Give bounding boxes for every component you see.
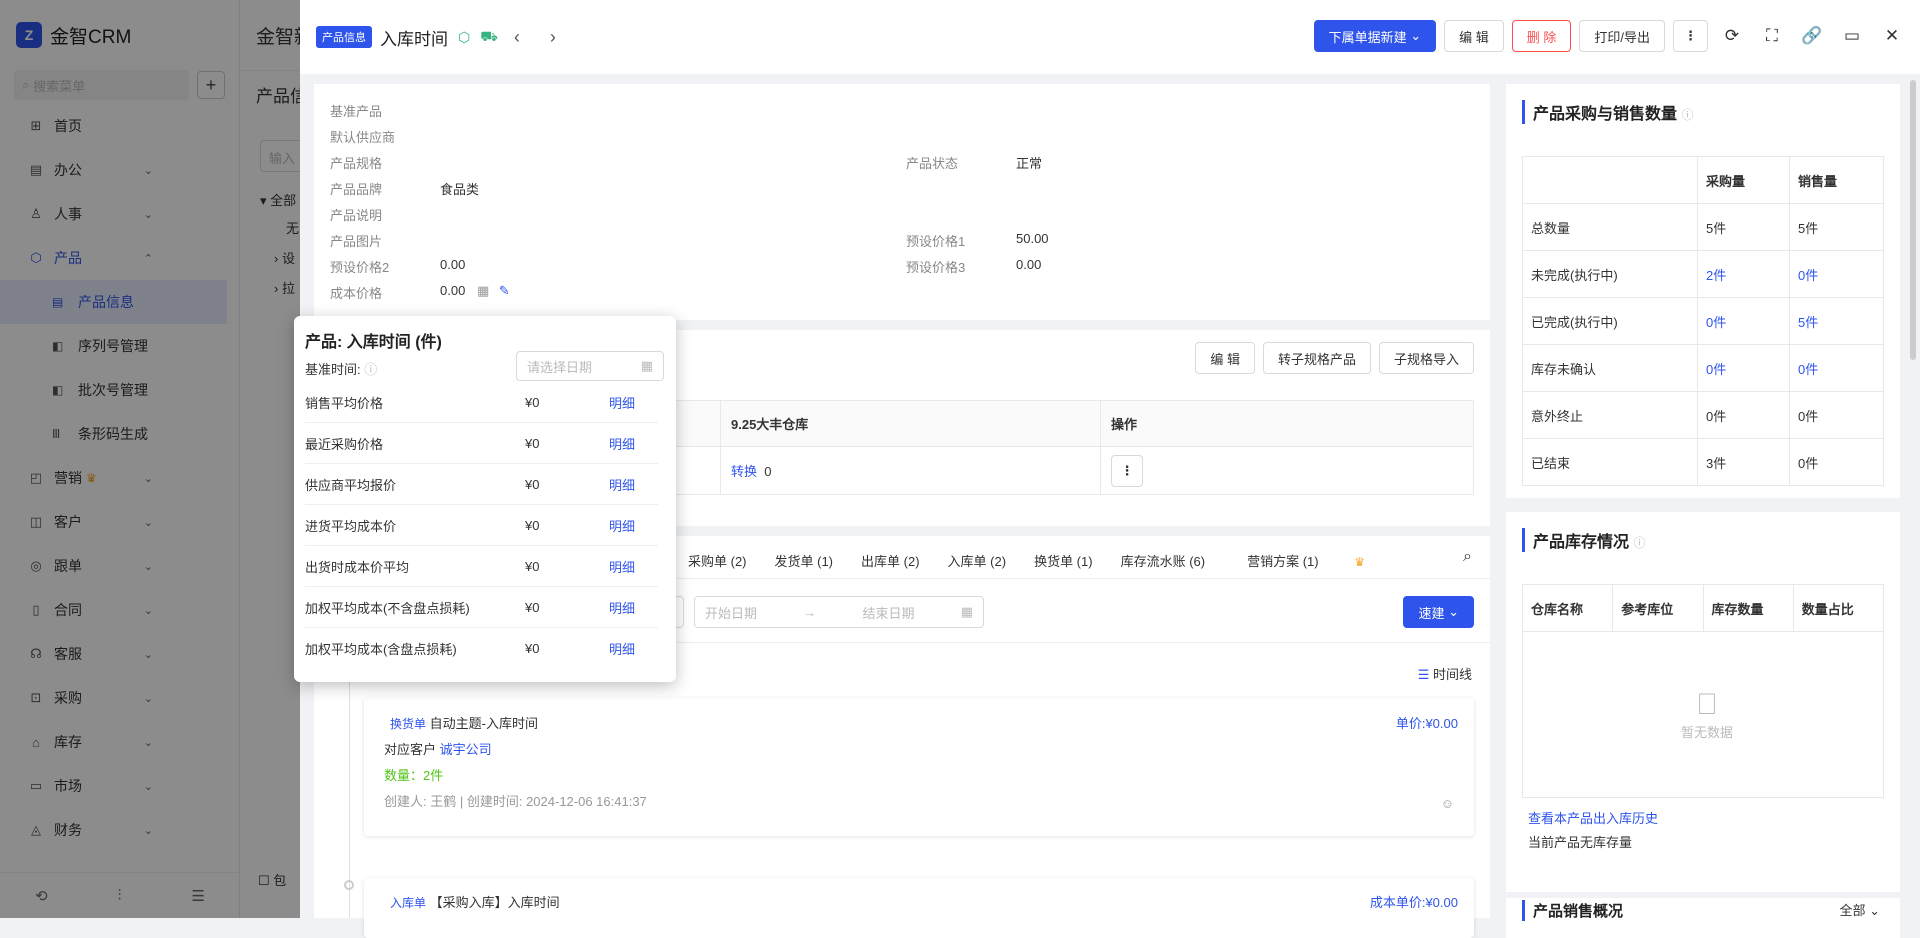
detail-link[interactable]: 明细 [609, 557, 635, 576]
calendar-icon: ▦ [640, 358, 653, 373]
empty-box-icon: ⎕ [1698, 688, 1716, 721]
cost-price-popup: 产品: 入库时间 (件) 基准时间: ⓘ 请选择日期 ▦ 销售平均价格 ¥0 明细 最… [294, 316, 676, 682]
detail-link[interactable]: 明细 [609, 639, 635, 658]
detail-link[interactable]: 明细 [609, 516, 635, 535]
stock-card: 产品库存情况 ⓘ 仓库名称 参考库位 库存数量 数量占比 ⎕ 暂无数据 查看本产品出入库… [1506, 512, 1900, 892]
link-icon[interactable]: 🔗 [1796, 20, 1828, 52]
tab-marketing[interactable]: 营销方案 (1) ♛ [1219, 551, 1393, 570]
timeline-view-toggle[interactable]: ☰ 时间线 [1418, 664, 1472, 683]
edit-button[interactable]: 编 辑 [1444, 20, 1504, 52]
base-date-input[interactable]: 请选择日期 ▦ [516, 351, 664, 381]
calculator-icon[interactable]: ▦ [477, 283, 489, 298]
convert-link[interactable]: 转换 [731, 464, 757, 479]
tab-stock-ledger[interactable]: 库存流水账 (6) [1107, 551, 1220, 570]
price-row: 加权平均成本(不含盘点损耗) ¥0 明细 [305, 587, 658, 628]
purchase-sales-card: 产品采购与销售数量 ⓘ 采购量 销售量 总数量 5件 5件 未完成(执行中) 2件 0件 … [1506, 84, 1900, 498]
calendar-icon: ▦ [960, 604, 973, 619]
tab-inbound[interactable]: 入库单 (2) [934, 551, 1021, 570]
crown-icon: ♛ [1354, 555, 1365, 569]
scrollbar[interactable] [1910, 80, 1916, 360]
drawer-header: 产品信息 入库时间 ⬡ ⛟ ‹ › 下属单据新建 ⌄ 编 辑 删 除 打印/导出… [300, 0, 1920, 74]
new-sub-document-button[interactable]: 下属单据新建 ⌄ [1313, 20, 1437, 52]
truck-icon: ⛟ [480, 27, 498, 44]
layout-icon[interactable]: ▭ [1836, 20, 1868, 52]
timeline-entry[interactable]: 入库单 【采购入库】入库时间 成本单价:¥0.00 [364, 878, 1474, 938]
purchase-sales-table: 采购量 销售量 总数量 5件 5件 未完成(执行中) 2件 0件 已完成(执行中) 0件 5件… [1522, 156, 1884, 486]
cube-icon: ⬡ [458, 28, 471, 45]
detail-link[interactable]: 明细 [609, 475, 635, 494]
prev-arrow-icon[interactable]: ‹ [514, 27, 520, 48]
next-arrow-icon[interactable]: › [550, 27, 556, 48]
more-icon[interactable]: ⋮ [1673, 20, 1708, 52]
stock-history-link[interactable]: 查看本产品出入库历史 [1528, 808, 1658, 827]
help-icon: ⓘ [1633, 536, 1646, 550]
price-row: 加权平均成本(含盘点损耗) ¥0 明细 [305, 639, 636, 658]
product-info-card: 基准产品 默认供应商 产品规格 产品品牌 食品类 产品说明 产品图片 预设价格2… [314, 84, 1490, 320]
close-icon[interactable]: ✕ [1876, 20, 1908, 52]
delete-button[interactable]: 删 除 [1511, 20, 1572, 52]
spec-edit-button[interactable]: 编 辑 [1195, 342, 1255, 374]
fullscreen-icon[interactable]: ⛶ [1756, 20, 1788, 52]
date-range-input[interactable]: 开始日期 → 结束日期 ▦ [694, 596, 984, 628]
popup-title: 产品: 入库时间 (件) [305, 334, 442, 351]
drawer-title: 入库时间 [380, 29, 448, 49]
import-spec-button[interactable]: 子规格导入 [1378, 342, 1474, 374]
print-export-button[interactable]: 打印/导出 [1579, 20, 1665, 52]
edit-pencil-icon[interactable]: ✎ [499, 283, 510, 298]
tab-outbound[interactable]: 出库单 (2) [847, 551, 934, 570]
customer-link[interactable]: 诚宇公司 [440, 742, 492, 757]
timeline-icon: ☰ [1417, 667, 1430, 682]
row-more-icon[interactable]: ⋮ [1111, 454, 1143, 487]
convert-spec-button[interactable]: 转子规格产品 [1262, 342, 1371, 374]
refresh-icon[interactable]: ⟳ [1716, 20, 1748, 52]
tab-delivery[interactable]: 发货单 (1) [761, 551, 848, 570]
product-info-tag: 产品信息 [316, 26, 372, 48]
price-row: 最近采购价格 ¥0 明细 [305, 423, 658, 464]
help-icon: ⓘ [1681, 108, 1694, 122]
price-row: 销售平均价格 ¥0 明细 [305, 382, 658, 423]
sales-overview-select[interactable]: 全部 ⌄ [1839, 900, 1880, 919]
search-icon[interactable]: ⌕ [1463, 548, 1472, 566]
detail-link[interactable]: 明细 [609, 393, 635, 412]
sales-overview-card: 产品销售概况 全部 ⌄ [1506, 898, 1900, 938]
tab-exchange[interactable]: 换货单 (1) [1020, 551, 1107, 570]
comment-icon[interactable]: ☺ [1441, 796, 1454, 811]
quick-create-button[interactable]: 速建 ⌄ [1403, 596, 1474, 628]
brand-value: 食品类 [440, 182, 480, 197]
price-row: 进货平均成本价 ¥0 明细 [305, 505, 658, 546]
detail-link[interactable]: 明细 [609, 598, 635, 617]
detail-link[interactable]: 明细 [609, 434, 635, 453]
price-row: 出货时成本价平均 ¥0 明细 [305, 546, 658, 587]
price-row: 供应商平均报价 ¥0 明细 [305, 464, 658, 505]
tab-purchase[interactable]: 采购单 (2) [674, 551, 761, 570]
purchase-sales-title: 产品采购与销售数量 ⓘ [1522, 100, 1693, 124]
related-tabs: 采购单 (2) 发货单 (1) 出库单 (2) 入库单 (2) 换货单 (1) … [674, 551, 1393, 570]
help-icon: ⓘ [364, 362, 378, 377]
timeline-entry[interactable]: 换货单 自动主题-入库时间 单价:¥0.00 对应客户 诚宇公司 数量：2件 创… [364, 698, 1474, 836]
stock-table: 仓库名称 参考库位 库存数量 数量占比 ⎕ 暂无数据 [1521, 584, 1885, 798]
